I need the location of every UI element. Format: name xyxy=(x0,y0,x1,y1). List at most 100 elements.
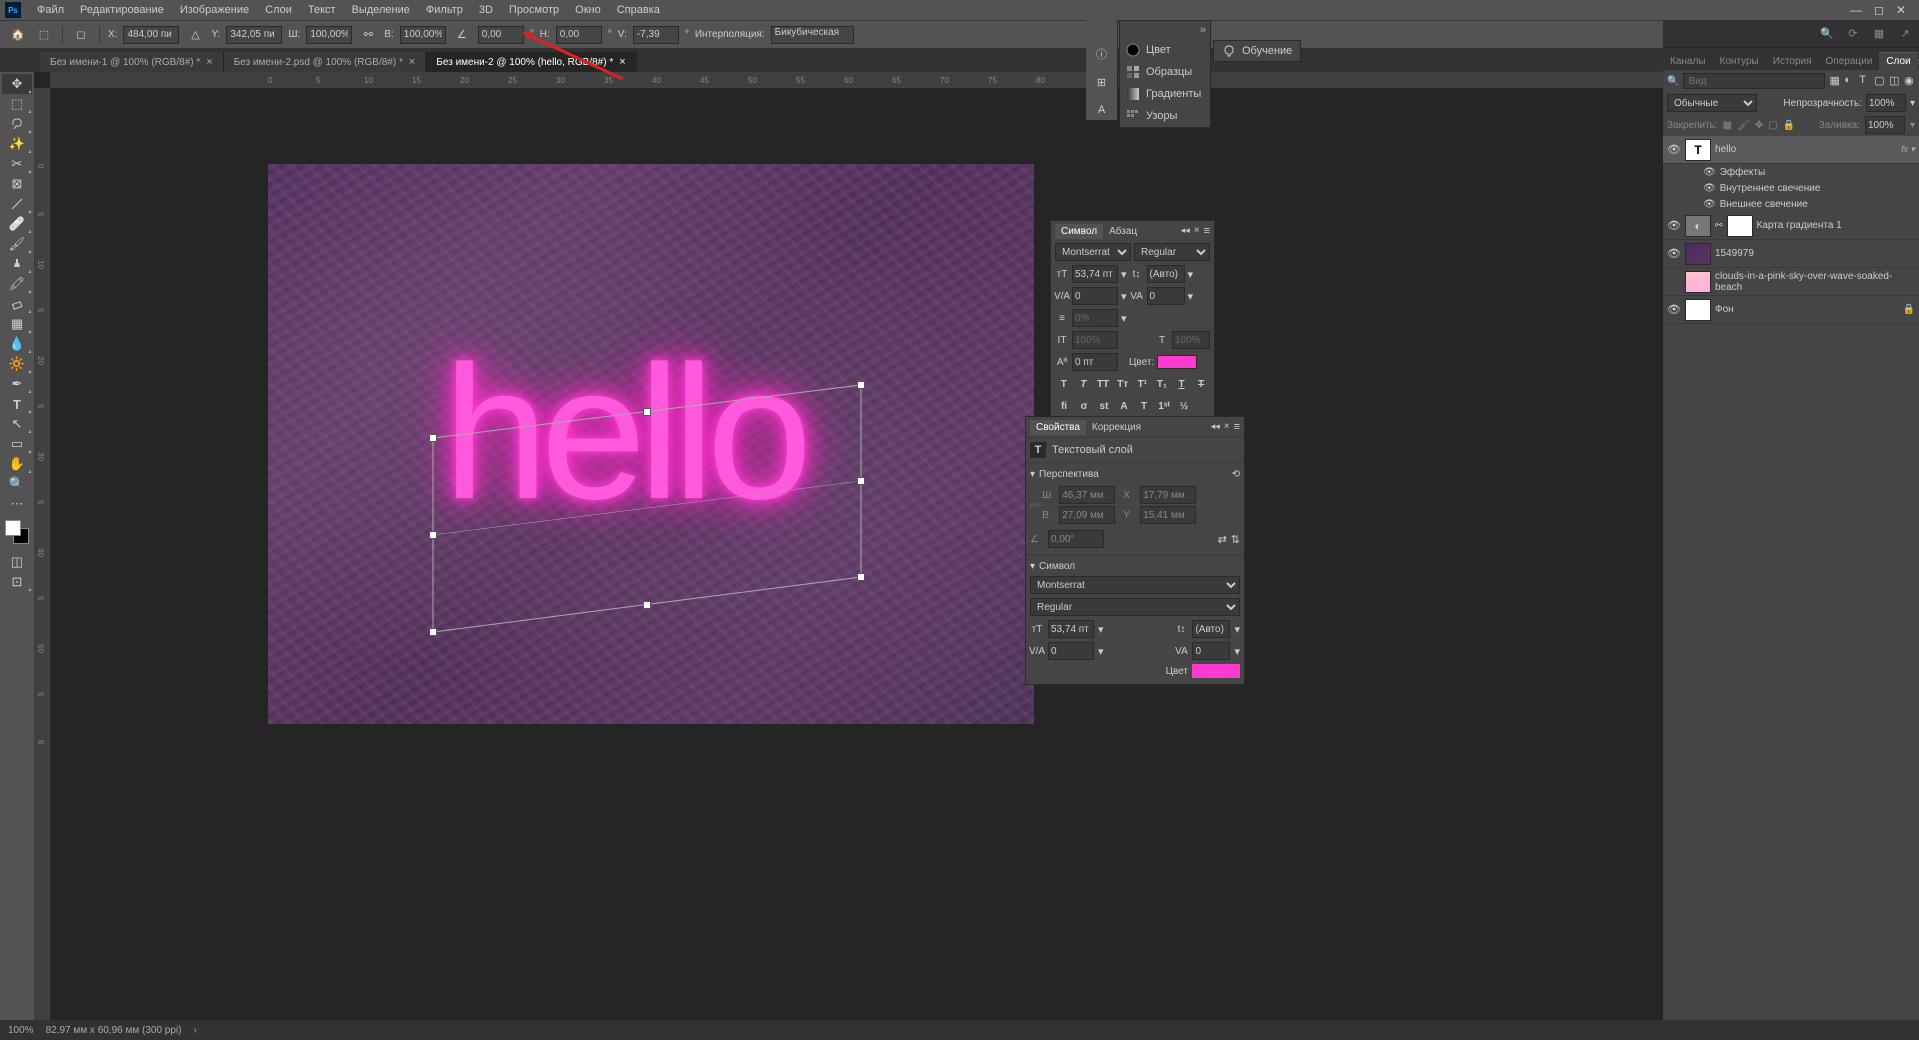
fx-inner-eye-icon[interactable]: 👁 xyxy=(1703,183,1716,194)
edit-toolbar[interactable]: ⋯ xyxy=(2,494,32,514)
menu-window[interactable]: Окно xyxy=(567,4,609,16)
w-prop-input[interactable] xyxy=(1059,486,1115,504)
pct-dd-icon[interactable]: ▾ xyxy=(1121,312,1127,325)
baseline-input[interactable] xyxy=(1072,353,1118,371)
layer-bg-thumb[interactable] xyxy=(1685,299,1711,321)
menu-3d[interactable]: 3D xyxy=(471,4,501,16)
underline-btn[interactable]: T xyxy=(1173,375,1191,393)
props-color-swatch[interactable] xyxy=(1192,664,1240,678)
cloud-icon[interactable]: ⟳ xyxy=(1845,26,1861,42)
props-track-dd-icon[interactable]: ▾ xyxy=(1234,645,1240,658)
blur-tool[interactable]: 💧 xyxy=(2,334,32,354)
layer-bg-lock-icon[interactable]: 🔒 xyxy=(1903,304,1915,315)
italic-btn[interactable]: T xyxy=(1075,375,1093,393)
interp-dropdown[interactable]: Бикубическая xyxy=(771,26,854,44)
props-leading-dd-icon[interactable]: ▾ xyxy=(1234,623,1240,636)
doc-tab-0-close-icon[interactable]: × xyxy=(206,56,212,68)
kern-dd-icon[interactable]: ▾ xyxy=(1121,290,1127,303)
y-prop-input[interactable] xyxy=(1140,506,1196,524)
layer-clouds-thumb[interactable] xyxy=(1685,271,1711,293)
move-tool[interactable]: ✥ xyxy=(2,74,32,94)
leading-dd-icon[interactable]: ▾ xyxy=(1188,268,1194,281)
layer-hello-fx-inner[interactable]: 👁 Внутреннее свечение xyxy=(1663,180,1919,196)
filter-shape-icon[interactable]: ▢ xyxy=(1874,74,1885,88)
stamp-tool[interactable] xyxy=(2,254,32,274)
ruler-horizontal[interactable]: 0 5 10 15 20 25 30 35 40 45 50 55 60 65 … xyxy=(50,72,1919,88)
filter-text-icon[interactable]: T xyxy=(1859,74,1870,88)
dodge-tool[interactable]: 🔆 xyxy=(2,354,32,374)
transform-handle-br[interactable] xyxy=(857,573,865,581)
crop-icon[interactable]: ⬚ xyxy=(34,25,54,45)
ot3-btn[interactable]: A xyxy=(1115,397,1133,415)
home-icon[interactable]: 🏠 xyxy=(8,25,28,45)
dropdown-collapse-icon[interactable]: » xyxy=(1120,21,1210,39)
font-size-input[interactable] xyxy=(1072,265,1118,283)
super-btn[interactable]: T¹ xyxy=(1134,375,1152,393)
hscale-input[interactable] xyxy=(1172,331,1210,349)
props-size-dd-icon[interactable]: ▾ xyxy=(1098,623,1104,636)
ot1-btn[interactable]: σ xyxy=(1075,397,1093,415)
text-tool[interactable]: T xyxy=(2,394,32,414)
bold-btn[interactable]: T xyxy=(1055,375,1073,393)
nav-icon[interactable]: ⊞ xyxy=(1092,72,1112,92)
smallcaps-btn[interactable]: Tᴛ xyxy=(1114,375,1132,393)
fx-eye-icon[interactable]: 👁 xyxy=(1703,167,1716,178)
color-swatch[interactable] xyxy=(5,520,29,544)
layer-background[interactable]: 👁 Фон 🔒 xyxy=(1663,296,1919,324)
lock-pixels-icon[interactable]: ▦ xyxy=(1723,120,1732,131)
props-tracking-input[interactable] xyxy=(1192,642,1230,660)
pct-input[interactable] xyxy=(1072,309,1118,327)
char-icon[interactable]: A xyxy=(1092,100,1112,120)
transform-handle-mr[interactable] xyxy=(857,477,865,485)
layer-hello-effects[interactable]: 👁 Эффекты xyxy=(1663,164,1919,180)
doc-tab-1[interactable]: Без имени-2.psd @ 100% (RGB/8#) * × xyxy=(224,52,427,72)
layer-bg-eye-icon[interactable]: 👁 xyxy=(1667,303,1681,317)
flip-v-icon[interactable]: ⇅ xyxy=(1231,533,1240,546)
search-icon[interactable]: 🔍 xyxy=(1819,26,1835,42)
menu-layers[interactable]: Слои xyxy=(257,4,300,16)
doc-tab-2-close-icon[interactable]: × xyxy=(619,56,625,68)
transform-handle-tc[interactable] xyxy=(643,408,651,416)
caps-btn[interactable]: TT xyxy=(1094,375,1112,393)
font-weight-select[interactable]: Regular xyxy=(1134,243,1210,261)
x-prop-input[interactable] xyxy=(1140,486,1196,504)
y-input[interactable] xyxy=(226,26,282,44)
quickmask-tool[interactable]: ◫ xyxy=(2,552,32,572)
props-kerning-input[interactable] xyxy=(1048,642,1094,660)
font-family-select[interactable]: Montserrat xyxy=(1055,243,1131,261)
props-size-input[interactable] xyxy=(1048,620,1094,638)
layer-img1-eye-icon[interactable]: 👁 xyxy=(1667,247,1681,261)
ruler-vertical[interactable]: 0 5 10 5 20 5 30 5 40 5 50 5 6 xyxy=(34,88,50,1040)
gradients-item[interactable]: Градиенты xyxy=(1120,83,1210,105)
lock-paint-icon[interactable]: 🖌 xyxy=(1737,120,1750,131)
tab-paths[interactable]: Контуры xyxy=(1713,53,1766,70)
history-brush-tool[interactable]: 🖍 xyxy=(2,274,32,294)
hand-tool[interactable]: ✋ xyxy=(2,454,32,474)
correction-tab[interactable]: Коррекция xyxy=(1086,420,1147,435)
char-collapse-icon[interactable]: ◂◂ xyxy=(1181,225,1190,237)
props-leading-input[interactable] xyxy=(1192,620,1230,638)
filter-smart-icon[interactable]: ◫ xyxy=(1889,74,1900,88)
fg-color[interactable] xyxy=(5,520,21,536)
props-kern-dd-icon[interactable]: ▾ xyxy=(1098,645,1104,658)
delta-icon[interactable]: △ xyxy=(185,25,205,45)
filter-pixel-icon[interactable]: ▦ xyxy=(1829,74,1840,88)
transform-handle-ml[interactable] xyxy=(429,531,437,539)
text-color-swatch[interactable] xyxy=(1157,355,1197,369)
tracking-input[interactable] xyxy=(1147,287,1185,305)
sub-btn[interactable]: T₁ xyxy=(1153,375,1171,393)
filter-toggle-icon[interactable]: ◉ xyxy=(1904,74,1915,88)
zoom-level[interactable]: 100% xyxy=(8,1025,34,1036)
menu-select[interactable]: Выделение xyxy=(344,4,418,16)
ot2-btn[interactable]: st xyxy=(1095,397,1113,415)
crop-tool[interactable]: ✂ xyxy=(2,154,32,174)
close-icon[interactable]: ✕ xyxy=(1896,3,1906,17)
arrange-icon[interactable]: ▦ xyxy=(1871,26,1887,42)
lock-all-icon[interactable]: 🔒 xyxy=(1783,120,1795,131)
track-dd-icon[interactable]: ▾ xyxy=(1188,290,1194,303)
marquee-tool[interactable]: ⬚ xyxy=(2,94,32,114)
canvas-image[interactable]: hello xyxy=(268,164,1034,724)
frame-tool[interactable]: ⊠ xyxy=(2,174,32,194)
layer-1549979[interactable]: 👁 1549979 xyxy=(1663,240,1919,268)
lock-artboard-icon[interactable]: ▢ xyxy=(1768,120,1777,131)
